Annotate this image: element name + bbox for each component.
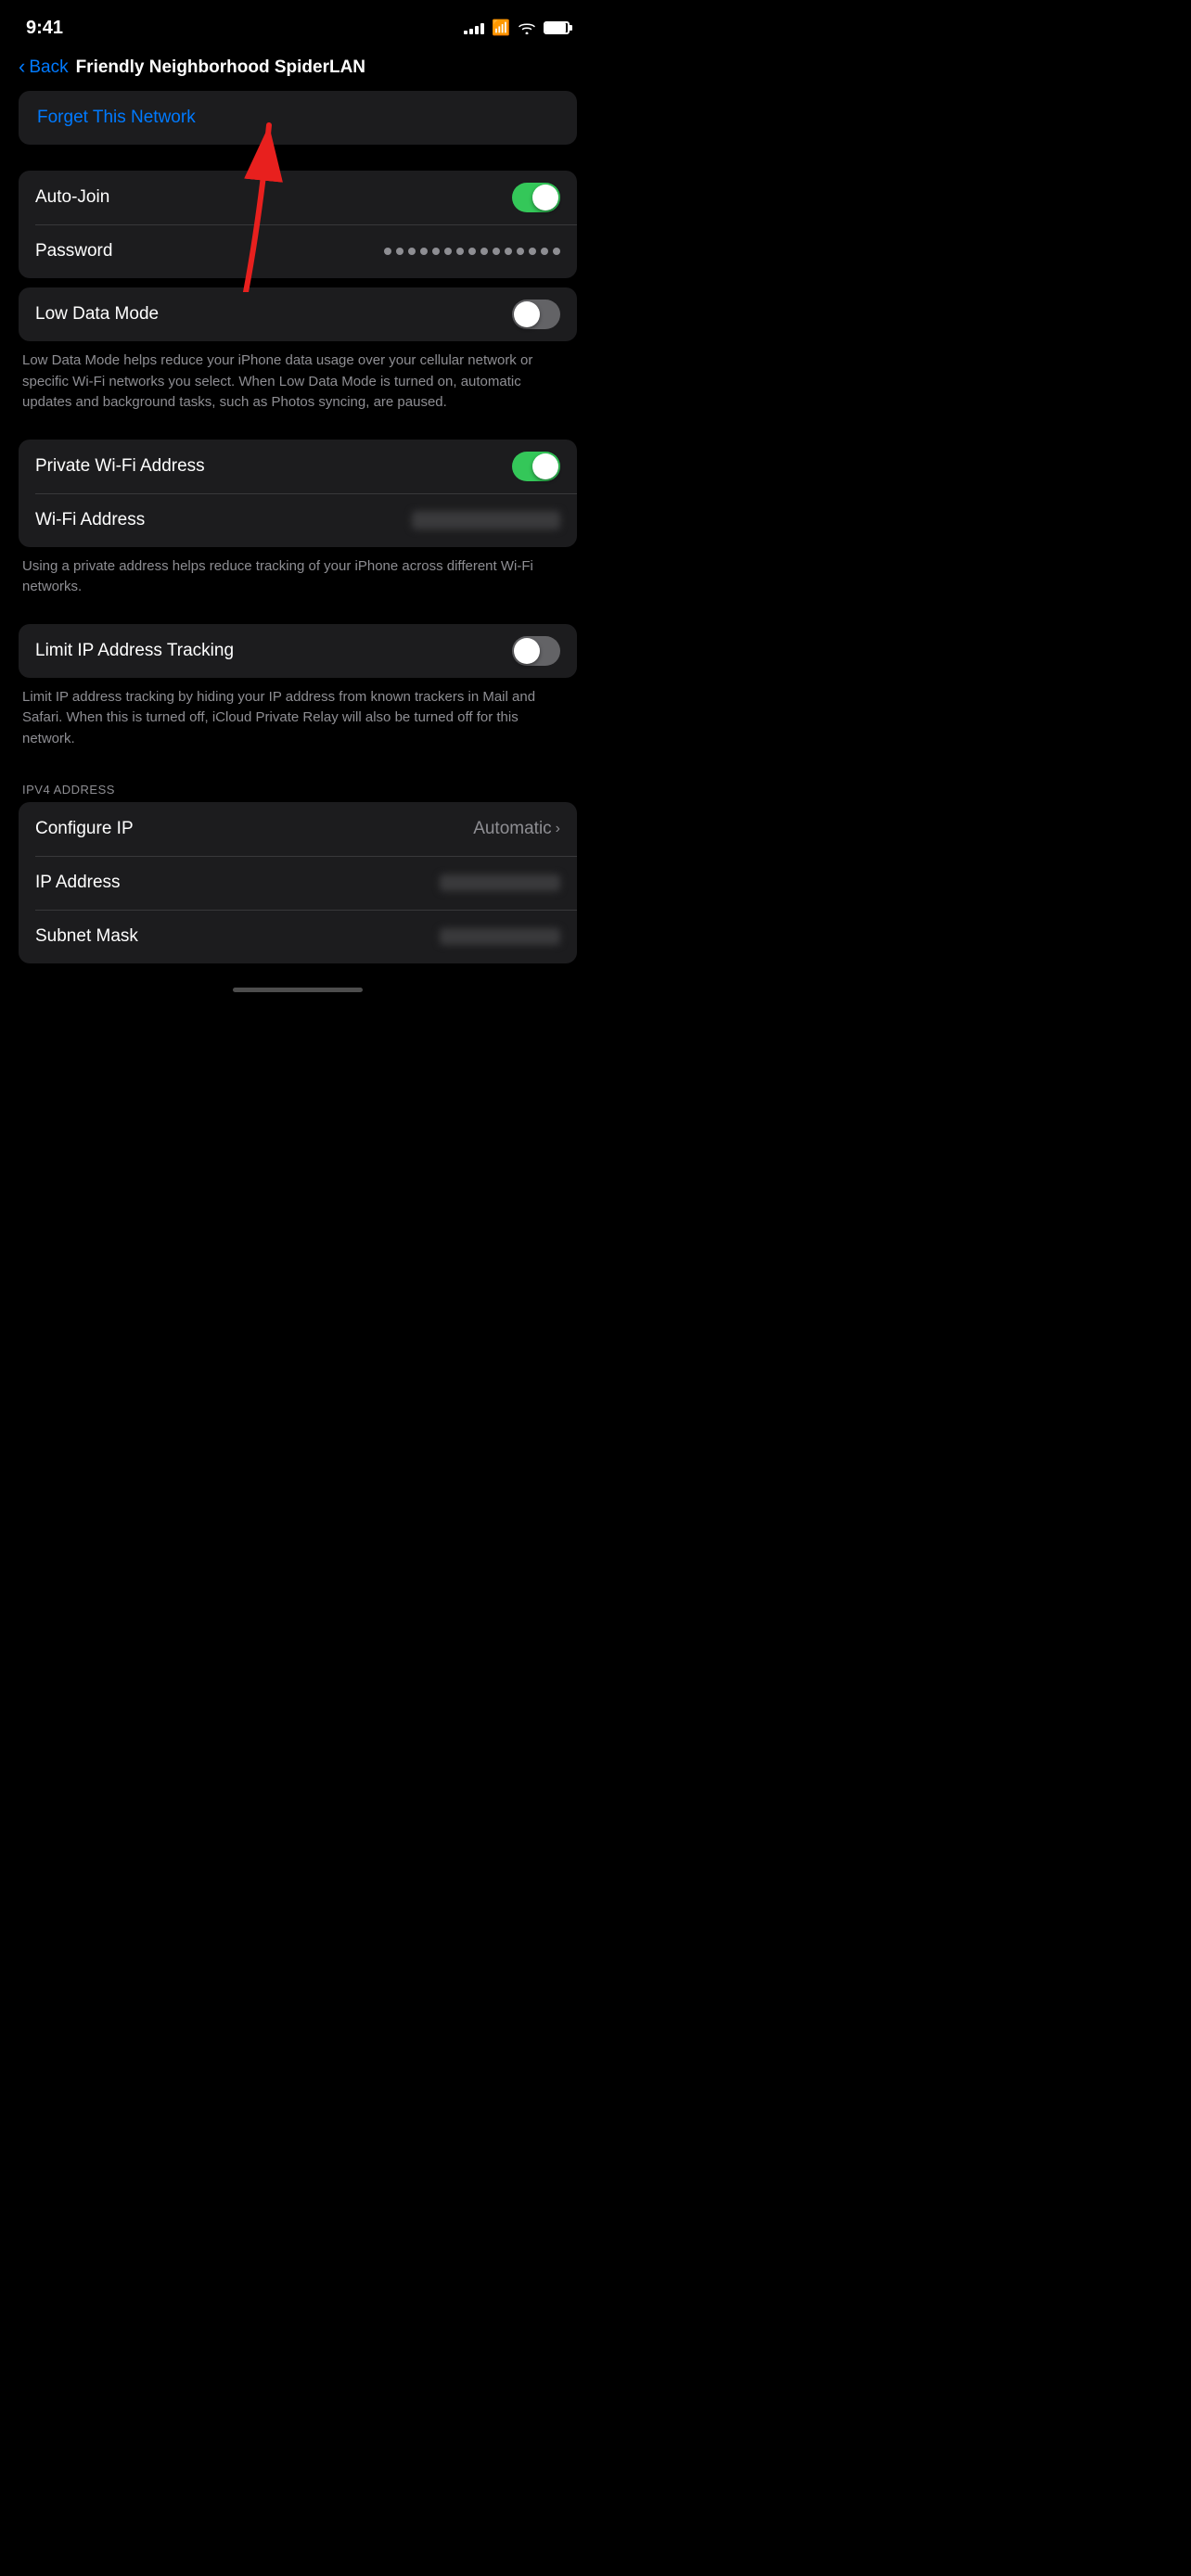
ipv4-card: Configure IP Automatic › IP Address Subn… [19,802,577,963]
auto-join-password-card: Auto-Join Password [19,171,577,278]
auto-join-password-section: Auto-Join Password [19,171,577,278]
home-bar [233,988,363,992]
status-bar: 9:41 📶 [0,0,596,50]
nav-header: ‹ Back Friendly Neighborhood SpiderLAN [0,50,596,91]
ip-address-row: IP Address [19,856,577,910]
configure-ip-row[interactable]: Configure IP Automatic › [19,802,577,856]
auto-join-label: Auto-Join [35,187,109,208]
ipv4-section-header: IPV4 ADDRESS [19,775,577,802]
back-label: Back [29,57,68,78]
low-data-mode-label: Low Data Mode [35,304,159,325]
subnet-mask-row: Subnet Mask [19,910,577,963]
ip-address-label: IP Address [35,873,121,893]
password-label: Password [35,241,112,261]
auto-join-toggle[interactable] [512,183,560,212]
toggle-thumb [532,453,558,479]
home-indicator [0,973,596,1000]
battery-icon [544,21,570,34]
private-wifi-label: Private Wi-Fi Address [35,456,205,477]
wifi-address-label: Wi-Fi Address [35,510,145,530]
private-wifi-toggle[interactable] [512,452,560,481]
toggle-thumb [514,301,540,327]
password-row[interactable]: Password [19,224,577,278]
configure-ip-text: Automatic [473,819,551,839]
limit-ip-tracking-card: Limit IP Address Tracking [19,624,577,678]
private-wifi-card: Private Wi-Fi Address Wi-Fi Address [19,440,577,547]
private-wifi-description: Using a private address helps reduce tra… [19,547,577,615]
wifi-icon [518,21,536,34]
toggle-thumb [514,638,540,664]
low-data-mode-row: Low Data Mode [19,287,577,341]
forget-network-label: Forget This Network [37,108,196,128]
low-data-mode-description: Low Data Mode helps reduce your iPhone d… [19,341,577,430]
content-area: Forget This Network Auto-Join Password [0,91,596,963]
page-title: Friendly Neighborhood SpiderLAN [76,57,365,78]
subnet-mask-value [440,928,560,945]
wifi-address-value [412,511,560,529]
private-wifi-section: Private Wi-Fi Address Wi-Fi Address Usin… [19,440,577,615]
limit-ip-tracking-row: Limit IP Address Tracking [19,624,577,678]
wifi-icon: 📶 [492,19,510,37]
wifi-address-row: Wi-Fi Address [19,493,577,547]
private-wifi-row: Private Wi-Fi Address [19,440,577,493]
back-chevron-icon: ‹ [19,57,25,77]
ip-address-value [440,874,560,891]
password-dots [384,248,560,255]
forget-network-button[interactable]: Forget This Network [19,91,577,145]
chevron-right-icon: › [556,821,560,837]
low-data-mode-card: Low Data Mode [19,287,577,341]
status-time: 9:41 [26,18,63,39]
back-button[interactable]: ‹ Back [19,57,69,78]
limit-ip-tracking-section: Limit IP Address Tracking Limit IP addre… [19,624,577,767]
signal-bars-icon [464,21,484,34]
configure-ip-value: Automatic › [473,819,560,839]
limit-ip-tracking-toggle[interactable] [512,636,560,666]
low-data-mode-section: Low Data Mode Low Data Mode helps reduce… [19,287,577,430]
limit-ip-tracking-label: Limit IP Address Tracking [35,641,234,661]
low-data-mode-toggle[interactable] [512,300,560,329]
auto-join-row: Auto-Join [19,171,577,224]
status-icons: 📶 [464,19,570,37]
subnet-mask-label: Subnet Mask [35,926,138,947]
limit-ip-tracking-description: Limit IP address tracking by hiding your… [19,678,577,767]
toggle-thumb [532,185,558,210]
ipv4-section: IPV4 ADDRESS Configure IP Automatic › IP… [19,775,577,963]
configure-ip-label: Configure IP [35,819,134,839]
